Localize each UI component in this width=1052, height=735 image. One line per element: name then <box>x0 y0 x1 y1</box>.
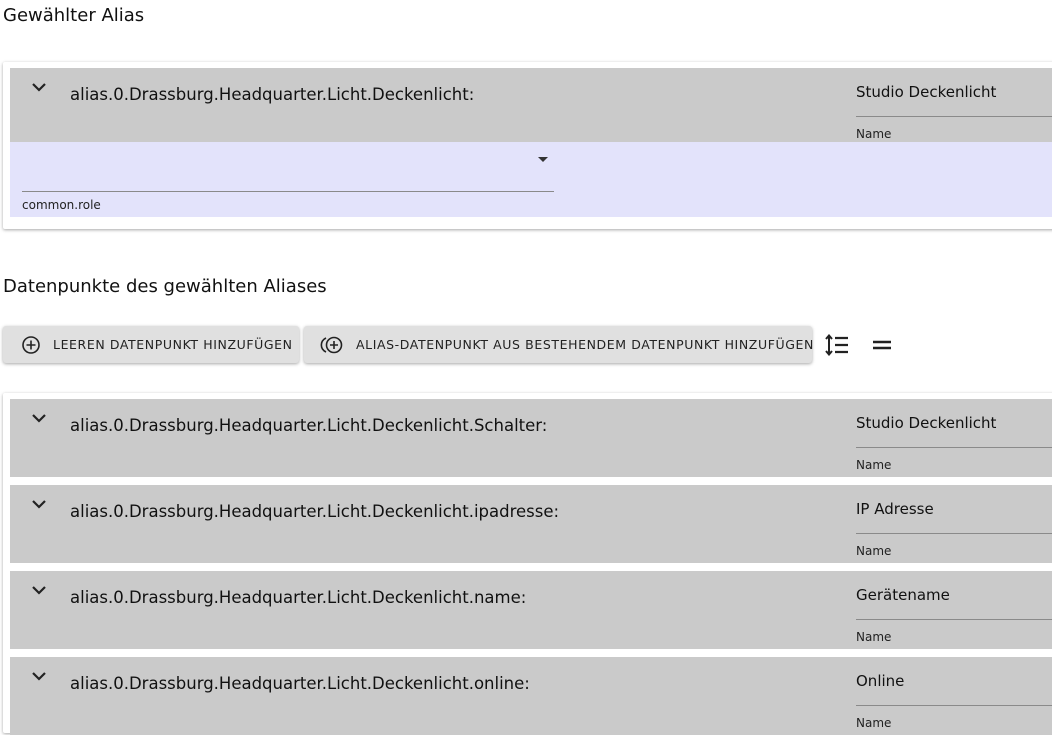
add-empty-datapoint-label: LEEREN DATENPUNKT HINZUFÜGEN <box>53 337 293 352</box>
add-from-existing-label: ALIAS-DATENPUNKT AUS BESTEHENDEM DATENPU… <box>356 337 814 352</box>
datapoint-row: alias.0.Drassburg.Headquarter.Licht.Deck… <box>10 657 1052 735</box>
sort-lines-icon[interactable] <box>825 333 849 360</box>
datapoint-path: alias.0.Drassburg.Headquarter.Licht.Deck… <box>70 502 560 521</box>
role-label: common.role <box>22 198 101 212</box>
alias-name-field[interactable]: Studio Deckenlicht Name <box>856 68 1052 146</box>
datapoint-path: alias.0.Drassburg.Headquarter.Licht.Deck… <box>70 588 527 607</box>
datapoint-name-label: Name <box>856 544 892 558</box>
datapoint-row: alias.0.Drassburg.Headquarter.Licht.Deck… <box>10 485 1052 563</box>
chevron-down-icon[interactable] <box>30 497 48 511</box>
selected-alias-row: alias.0.Drassburg.Headquarter.Licht.Deck… <box>10 68 1052 146</box>
alias-name-label: Name <box>856 127 892 141</box>
datapoints-title: Datenpunkte des gewählten Aliases <box>3 276 327 297</box>
add-circle-icon <box>21 335 41 355</box>
datapoints-card: alias.0.Drassburg.Headquarter.Licht.Deck… <box>3 393 1052 735</box>
datapoint-path: alias.0.Drassburg.Headquarter.Licht.Deck… <box>70 416 548 435</box>
datapoint-name-underline <box>856 533 1052 534</box>
datapoint-name-underline <box>856 705 1052 706</box>
datapoint-row: alias.0.Drassburg.Headquarter.Licht.Deck… <box>10 399 1052 477</box>
datapoint-name-value[interactable]: Studio Deckenlicht <box>856 414 996 432</box>
add-circle-outline-icon <box>320 335 344 355</box>
selected-alias-card: alias.0.Drassburg.Headquarter.Licht.Deck… <box>3 62 1052 229</box>
chevron-down-icon[interactable] <box>30 669 48 683</box>
datapoint-row: alias.0.Drassburg.Headquarter.Licht.Deck… <box>10 571 1052 649</box>
datapoint-name-value[interactable]: Online <box>856 672 904 690</box>
role-select[interactable] <box>22 150 554 192</box>
datapoint-name-field[interactable]: Studio Deckenlicht Name <box>856 399 1052 477</box>
alias-name-underline <box>856 116 1052 117</box>
dropdown-arrow-icon[interactable] <box>538 157 548 162</box>
datapoint-name-value[interactable]: Gerätename <box>856 586 950 604</box>
alias-name-value[interactable]: Studio Deckenlicht <box>856 83 996 101</box>
datapoint-name-field[interactable]: Gerätename Name <box>856 571 1052 649</box>
alias-path: alias.0.Drassburg.Headquarter.Licht.Deck… <box>70 85 475 104</box>
datapoint-name-label: Name <box>856 716 892 730</box>
chevron-down-icon[interactable] <box>30 583 48 597</box>
chevron-down-icon[interactable] <box>30 80 48 94</box>
add-empty-datapoint-button[interactable]: LEEREN DATENPUNKT HINZUFÜGEN <box>3 326 299 363</box>
equals-icon[interactable] <box>871 334 893 360</box>
datapoint-name-field[interactable]: IP Adresse Name <box>856 485 1052 563</box>
datapoint-name-underline <box>856 447 1052 448</box>
chevron-down-icon[interactable] <box>30 411 48 425</box>
datapoint-name-label: Name <box>856 458 892 472</box>
datapoint-name-field[interactable]: Online Name <box>856 657 1052 735</box>
datapoint-path: alias.0.Drassburg.Headquarter.Licht.Deck… <box>70 674 530 693</box>
role-area: common.role <box>10 142 1052 217</box>
selected-alias-title: Gewählter Alias <box>3 5 145 26</box>
datapoint-name-label: Name <box>856 630 892 644</box>
add-from-existing-button[interactable]: ALIAS-DATENPUNKT AUS BESTEHENDEM DATENPU… <box>304 326 814 363</box>
datapoint-name-value[interactable]: IP Adresse <box>856 500 934 518</box>
datapoint-name-underline <box>856 619 1052 620</box>
